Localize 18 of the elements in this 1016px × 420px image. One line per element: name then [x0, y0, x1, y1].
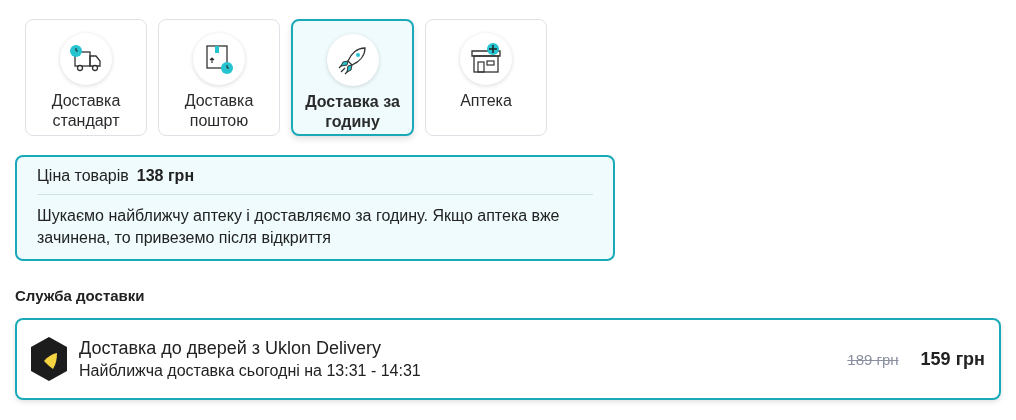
delivery-option[interactable]: Доставка за годину: [291, 19, 414, 136]
description-text: Шукаємо найближчу аптеку і доставляємо за годину. Якщо аптека вже зачинена, то привеземо після відкриття: [37, 206, 561, 248]
logo-icon: [31, 337, 67, 381]
price-value: 138 грн: [136, 167, 195, 185]
service-subtitle: Найближча доставка сьогодні на 13:31 - 14:31: [79, 361, 422, 381]
service-title: Доставка до дверей з Uklon Delivery: [79, 337, 383, 359]
delivery-service-card[interactable]: Доставка до дверей з Uklon Delivery Найближча доставка сьогодні на 13:31 - 14:31 189 грн 159 грн: [15, 318, 1001, 400]
delivery-option[interactable]: Доставка стандарт: [25, 19, 147, 136]
price-label: Ціна товарів: [37, 167, 129, 185]
delivery-option[interactable]: Доставка поштою: [158, 19, 280, 136]
service-price: 159 грн: [920, 348, 985, 370]
section-heading: Служба доставки: [15, 287, 146, 304]
truck-icon: [69, 44, 103, 74]
old-price: 189 грн: [847, 350, 899, 368]
pharmacy-icon: [469, 43, 503, 75]
rocket-icon: [336, 44, 369, 76]
delivery-option[interactable]: Аптека: [425, 19, 547, 136]
parcel-icon: [204, 43, 234, 75]
